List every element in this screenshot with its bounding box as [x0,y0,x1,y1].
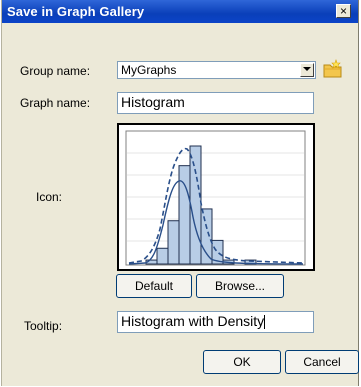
histogram-preview-graphic [125,130,306,266]
cancel-button[interactable]: Cancel [285,350,359,374]
group-name-value: MyGraphs [121,63,177,77]
browse-button[interactable]: Browse... [196,274,284,298]
histogram-bar [167,220,180,265]
dropdown-arrow-button[interactable] [300,63,314,77]
icon-label: Icon: [36,190,63,204]
chevron-down-icon [303,67,311,71]
save-in-graph-gallery-dialog: Save in Graph Gallery × Group name: MyGr… [1,0,359,386]
histogram-bar [200,208,213,265]
text-caret [264,315,265,329]
default-button[interactable]: Default [116,274,192,298]
new-group-button[interactable] [323,59,343,82]
tooltip-input[interactable]: Histogram with Density [117,311,314,333]
group-name-label: Group name: [20,64,91,78]
graph-name-value: Histogram [121,94,185,110]
title-bar[interactable]: Save in Graph Gallery × [2,0,358,23]
tooltip-label: Tooltip: [24,319,63,333]
close-button[interactable]: × [336,4,351,18]
dialog-title: Save in Graph Gallery [7,4,145,19]
graph-name-input[interactable]: Histogram [117,92,314,114]
histogram-bar [189,145,202,265]
icon-preview [117,123,315,271]
new-folder-icon [323,59,342,78]
histogram-bar [156,247,169,265]
tooltip-value: Histogram with Density [121,313,265,329]
graph-name-label: Graph name: [20,96,91,110]
close-icon: × [339,4,347,18]
group-name-dropdown[interactable]: MyGraphs [117,61,316,79]
ok-button[interactable]: OK [203,350,281,374]
